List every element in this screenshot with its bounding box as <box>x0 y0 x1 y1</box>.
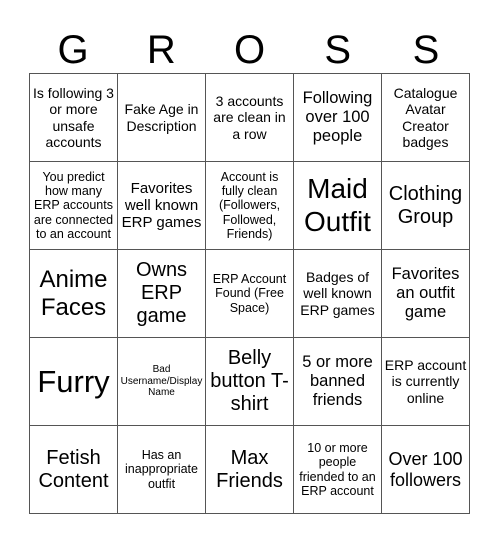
free-space-cell[interactable]: ERP Account Found (Free Space) <box>206 250 294 338</box>
bingo-cell[interactable]: Has an inappropriate outfit <box>118 426 206 514</box>
bingo-cell[interactable]: Anime Faces <box>30 250 118 338</box>
bingo-cell[interactable]: Over 100 followers <box>382 426 470 514</box>
bingo-cell[interactable]: 10 or more people friended to an ERP acc… <box>294 426 382 514</box>
bingo-cell[interactable]: Owns ERP game <box>118 250 206 338</box>
bingo-cell[interactable]: Max Friends <box>206 426 294 514</box>
bingo-cell[interactable]: Fetish Content <box>30 426 118 514</box>
bingo-cell[interactable]: Catalogue Avatar Creator badges <box>382 74 470 162</box>
bingo-grid: Is following 3 or more unsafe accounts F… <box>29 73 470 514</box>
bingo-cell[interactable]: Furry <box>30 338 118 426</box>
bingo-cell[interactable]: Clothing Group <box>382 162 470 250</box>
bingo-cell[interactable]: ERP account is currently online <box>382 338 470 426</box>
header-letter: O <box>233 28 266 72</box>
bingo-cell[interactable]: Favorites well known ERP games <box>118 162 206 250</box>
bingo-cell[interactable]: Favorites an outfit game <box>382 250 470 338</box>
header-letter: S <box>324 28 352 72</box>
bingo-cell[interactable]: Following over 100 people <box>294 74 382 162</box>
bingo-cell[interactable]: Belly button T-shirt <box>206 338 294 426</box>
bingo-header: G R O S S <box>29 28 470 73</box>
bingo-cell[interactable]: Bad Username/Display Name <box>118 338 206 426</box>
bingo-cell[interactable]: Badges of well known ERP games <box>294 250 382 338</box>
bingo-cell[interactable]: 3 accounts are clean in a row <box>206 74 294 162</box>
header-letter: G <box>57 28 89 72</box>
bingo-cell[interactable]: 5 or more banned friends <box>294 338 382 426</box>
header-letter: R <box>146 28 176 72</box>
header-letter: S <box>412 28 440 72</box>
bingo-cell[interactable]: Fake Age in Description <box>118 74 206 162</box>
bingo-cell[interactable]: You predict how many ERP accounts are co… <box>30 162 118 250</box>
bingo-cell[interactable]: Account is fully clean (Followers, Follo… <box>206 162 294 250</box>
bingo-cell[interactable]: Is following 3 or more unsafe accounts <box>30 74 118 162</box>
bingo-cell[interactable]: Maid Outfit <box>294 162 382 250</box>
